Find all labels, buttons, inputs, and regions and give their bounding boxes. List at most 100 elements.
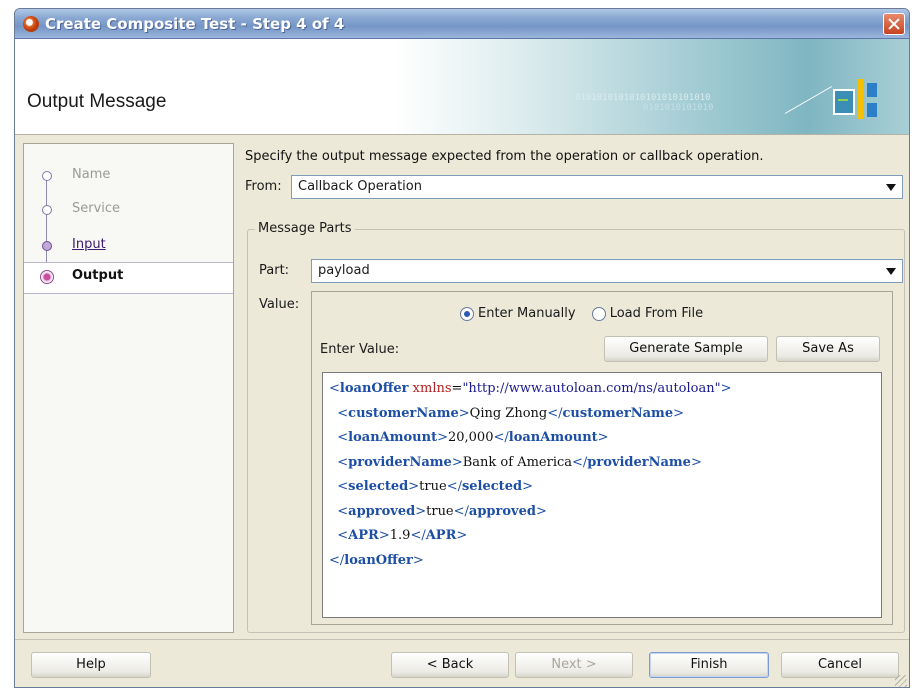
- title-bar[interactable]: Create Composite Test - Step 4 of 4: [15, 9, 909, 39]
- banner-binary-text-2: 0101010101010: [643, 103, 714, 113]
- xml-bracket: >: [415, 503, 427, 519]
- xml-bracket: </: [446, 479, 462, 494]
- part-dropdown[interactable]: payload: [311, 259, 903, 283]
- chevron-down-icon: [886, 268, 896, 275]
- radio-checked-icon[interactable]: [460, 306, 474, 321]
- chevron-down-icon: [886, 184, 896, 191]
- xml-tag: customerName: [562, 405, 674, 421]
- help-button[interactable]: Help: [31, 652, 151, 678]
- xml-line: <approved>true</approved>: [329, 500, 875, 525]
- radio-label: Load From File: [609, 306, 704, 321]
- part-dropdown-value: payload: [318, 263, 370, 278]
- radio-enter-manually[interactable]: Enter Manually: [460, 306, 576, 321]
- banner-blocks-icon: [867, 79, 877, 119]
- window-title: Create Composite Test - Step 4 of 4: [45, 15, 345, 33]
- xml-attribute-value: "http://www.autoloan.com/ns/autoloan": [462, 381, 721, 396]
- step-output: Output: [24, 262, 233, 294]
- xml-line: <loanAmount>20,000</loanAmount>: [329, 426, 875, 451]
- xml-tag: approved: [348, 503, 416, 519]
- xml-line: <APR>1.9</APR>: [329, 524, 875, 549]
- xml-line: <providerName>Bank of America</providerN…: [329, 451, 875, 476]
- xml-tag: loanOffer: [344, 552, 413, 568]
- app-logo-icon: [23, 16, 39, 32]
- generate-sample-button[interactable]: Generate Sample: [604, 336, 768, 362]
- create-composite-test-dialog: Create Composite Test - Step 4 of 4 0101…: [14, 8, 910, 688]
- radio-load-from-file[interactable]: Load From File: [591, 306, 704, 321]
- xml-bracket: >: [451, 454, 463, 470]
- xml-bracket: </: [410, 528, 426, 543]
- step-service: Service: [24, 196, 233, 226]
- xml-bracket: >: [378, 528, 390, 543]
- cancel-button[interactable]: Cancel: [781, 652, 899, 678]
- xml-bracket: >: [535, 503, 547, 519]
- xml-bracket: <: [337, 503, 349, 519]
- banner-bar-icon: [858, 79, 863, 119]
- xml-text-value: true: [426, 503, 454, 519]
- xml-bracket: >: [597, 430, 609, 445]
- xml-line: <customerName>Qing Zhong</customerName>: [329, 402, 875, 427]
- xml-text-value: 20,000: [447, 430, 494, 445]
- xml-tag: customerName: [348, 405, 459, 421]
- page-title: Output Message: [27, 91, 167, 112]
- header-banner: 0101010101010101010101010 0101010101010 …: [15, 39, 909, 135]
- xml-tag: approved: [468, 503, 536, 519]
- finish-button[interactable]: Finish: [649, 652, 769, 678]
- xml-tag: loanAmount: [508, 430, 598, 445]
- back-button[interactable]: < Back: [391, 652, 509, 678]
- wizard-steps-panel: Name Service Input Output: [23, 143, 234, 633]
- resize-grip-icon[interactable]: [895, 675, 907, 687]
- save-as-button[interactable]: Save As: [776, 336, 880, 362]
- input-mode-radio-group: Enter Manually Load From File: [460, 306, 715, 321]
- xml-tag: loanOffer: [339, 381, 409, 396]
- monitor-graph-icon: [833, 89, 855, 115]
- radio-label: Enter Manually: [478, 306, 576, 321]
- part-label: Part:: [259, 263, 290, 278]
- from-label: From:: [245, 179, 282, 194]
- message-parts-title: Message Parts: [255, 221, 355, 236]
- xml-text-value: Bank of America: [462, 454, 573, 470]
- xml-bracket: <: [337, 479, 349, 494]
- xml-tag: APR: [348, 528, 379, 543]
- xml-line: <selected>true</selected>: [329, 475, 875, 500]
- next-button: Next >: [515, 652, 633, 678]
- from-dropdown[interactable]: Callback Operation: [291, 175, 903, 199]
- xml-tag: selected: [348, 479, 409, 494]
- step-marker-icon: [42, 171, 52, 181]
- xml-bracket: >: [437, 430, 448, 445]
- step-label: Service: [72, 201, 121, 216]
- step-label[interactable]: Input: [72, 237, 106, 252]
- xml-line: </loanOffer>: [329, 549, 875, 574]
- xml-bracket: >: [412, 552, 424, 568]
- xml-bracket: >: [456, 528, 468, 543]
- close-icon[interactable]: [883, 13, 905, 35]
- xml-bracket: >: [720, 381, 732, 396]
- xml-value-editor[interactable]: <loanOffer xmlns="http://www.autoloan.co…: [322, 372, 882, 618]
- xml-text-value: Qing Zhong: [469, 405, 548, 421]
- current-step-marker-icon: [40, 270, 54, 284]
- xml-bracket: >: [690, 454, 702, 470]
- xml-text-value: true: [419, 479, 447, 494]
- xml-tag: loanAmount: [348, 430, 438, 445]
- from-dropdown-value: Callback Operation: [298, 179, 422, 194]
- xml-tag: selected: [461, 479, 523, 494]
- step-marker-icon: [42, 241, 52, 251]
- xml-attribute: xmlns: [412, 381, 452, 396]
- button-bar: Help < Back Next > Finish Cancel: [15, 639, 909, 687]
- xml-bracket: <: [329, 381, 340, 396]
- xml-line: <loanOffer xmlns="http://www.autoloan.co…: [329, 377, 875, 402]
- xml-bracket: <: [337, 430, 349, 445]
- xml-bracket: </: [572, 454, 588, 470]
- value-label: Value:: [259, 297, 300, 312]
- xml-bracket: >: [522, 479, 533, 494]
- xml-text-value: 1.9: [389, 528, 411, 543]
- main-content: Specify the output message expected from…: [235, 143, 909, 633]
- xml-bracket: </: [329, 552, 345, 568]
- radio-unchecked-icon[interactable]: [591, 306, 606, 321]
- xml-bracket: </: [547, 405, 563, 421]
- xml-tag: APR: [425, 528, 457, 543]
- xml-bracket: >: [458, 405, 470, 421]
- xml-bracket: <: [337, 405, 349, 421]
- xml-tag: providerName: [348, 454, 452, 470]
- xml-bracket: </: [493, 430, 509, 445]
- step-input[interactable]: Input: [24, 232, 233, 262]
